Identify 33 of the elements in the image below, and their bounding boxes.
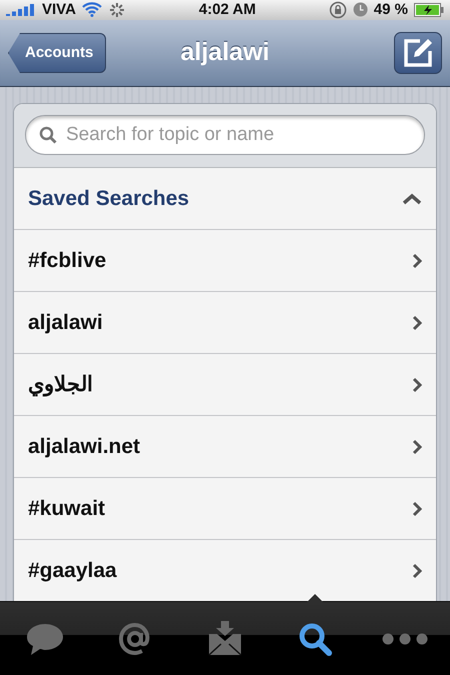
section-title: Saved Searches [28,186,190,211]
speech-bubble-icon [26,622,64,656]
nav-title: aljalawi [180,38,270,68]
search-field[interactable]: Search for topic or name [25,115,425,156]
rotation-lock-icon [328,0,347,19]
alarm-clock-icon [352,2,368,18]
envelope-download-icon [207,620,243,657]
chevron-right-icon [412,314,422,331]
more-dots-icon [382,632,428,645]
chevron-right-icon [412,252,422,269]
saved-search-item[interactable]: #gaaylaa [28,558,117,583]
search-icon [39,126,57,144]
chevron-right-icon [412,438,422,455]
activity-spinner-icon [108,0,126,19]
compose-button[interactable] [394,32,442,74]
selection-pointer-icon [307,594,323,602]
back-button[interactable]: Accounts [8,32,106,73]
search-icon [297,620,333,657]
compose-icon [402,36,434,69]
carrier-name: VIVA [42,1,76,18]
chevron-right-icon [412,562,422,579]
chevron-right-icon [412,376,422,393]
saved-search-item[interactable]: الجلاوي [28,372,93,398]
chevron-up-icon[interactable] [402,192,422,205]
chevron-right-icon [412,500,422,517]
wifi-icon [82,2,102,18]
saved-search-item[interactable]: aljalawi.net [28,434,140,459]
signal-icon [6,4,36,16]
saved-search-item[interactable]: aljalawi [28,310,103,335]
saved-search-item[interactable]: #kuwait [28,496,106,521]
saved-search-item[interactable]: #fcblive [28,248,106,273]
clock-time: 4:02 AM [198,1,257,18]
battery-percent: 49 % [374,1,408,18]
